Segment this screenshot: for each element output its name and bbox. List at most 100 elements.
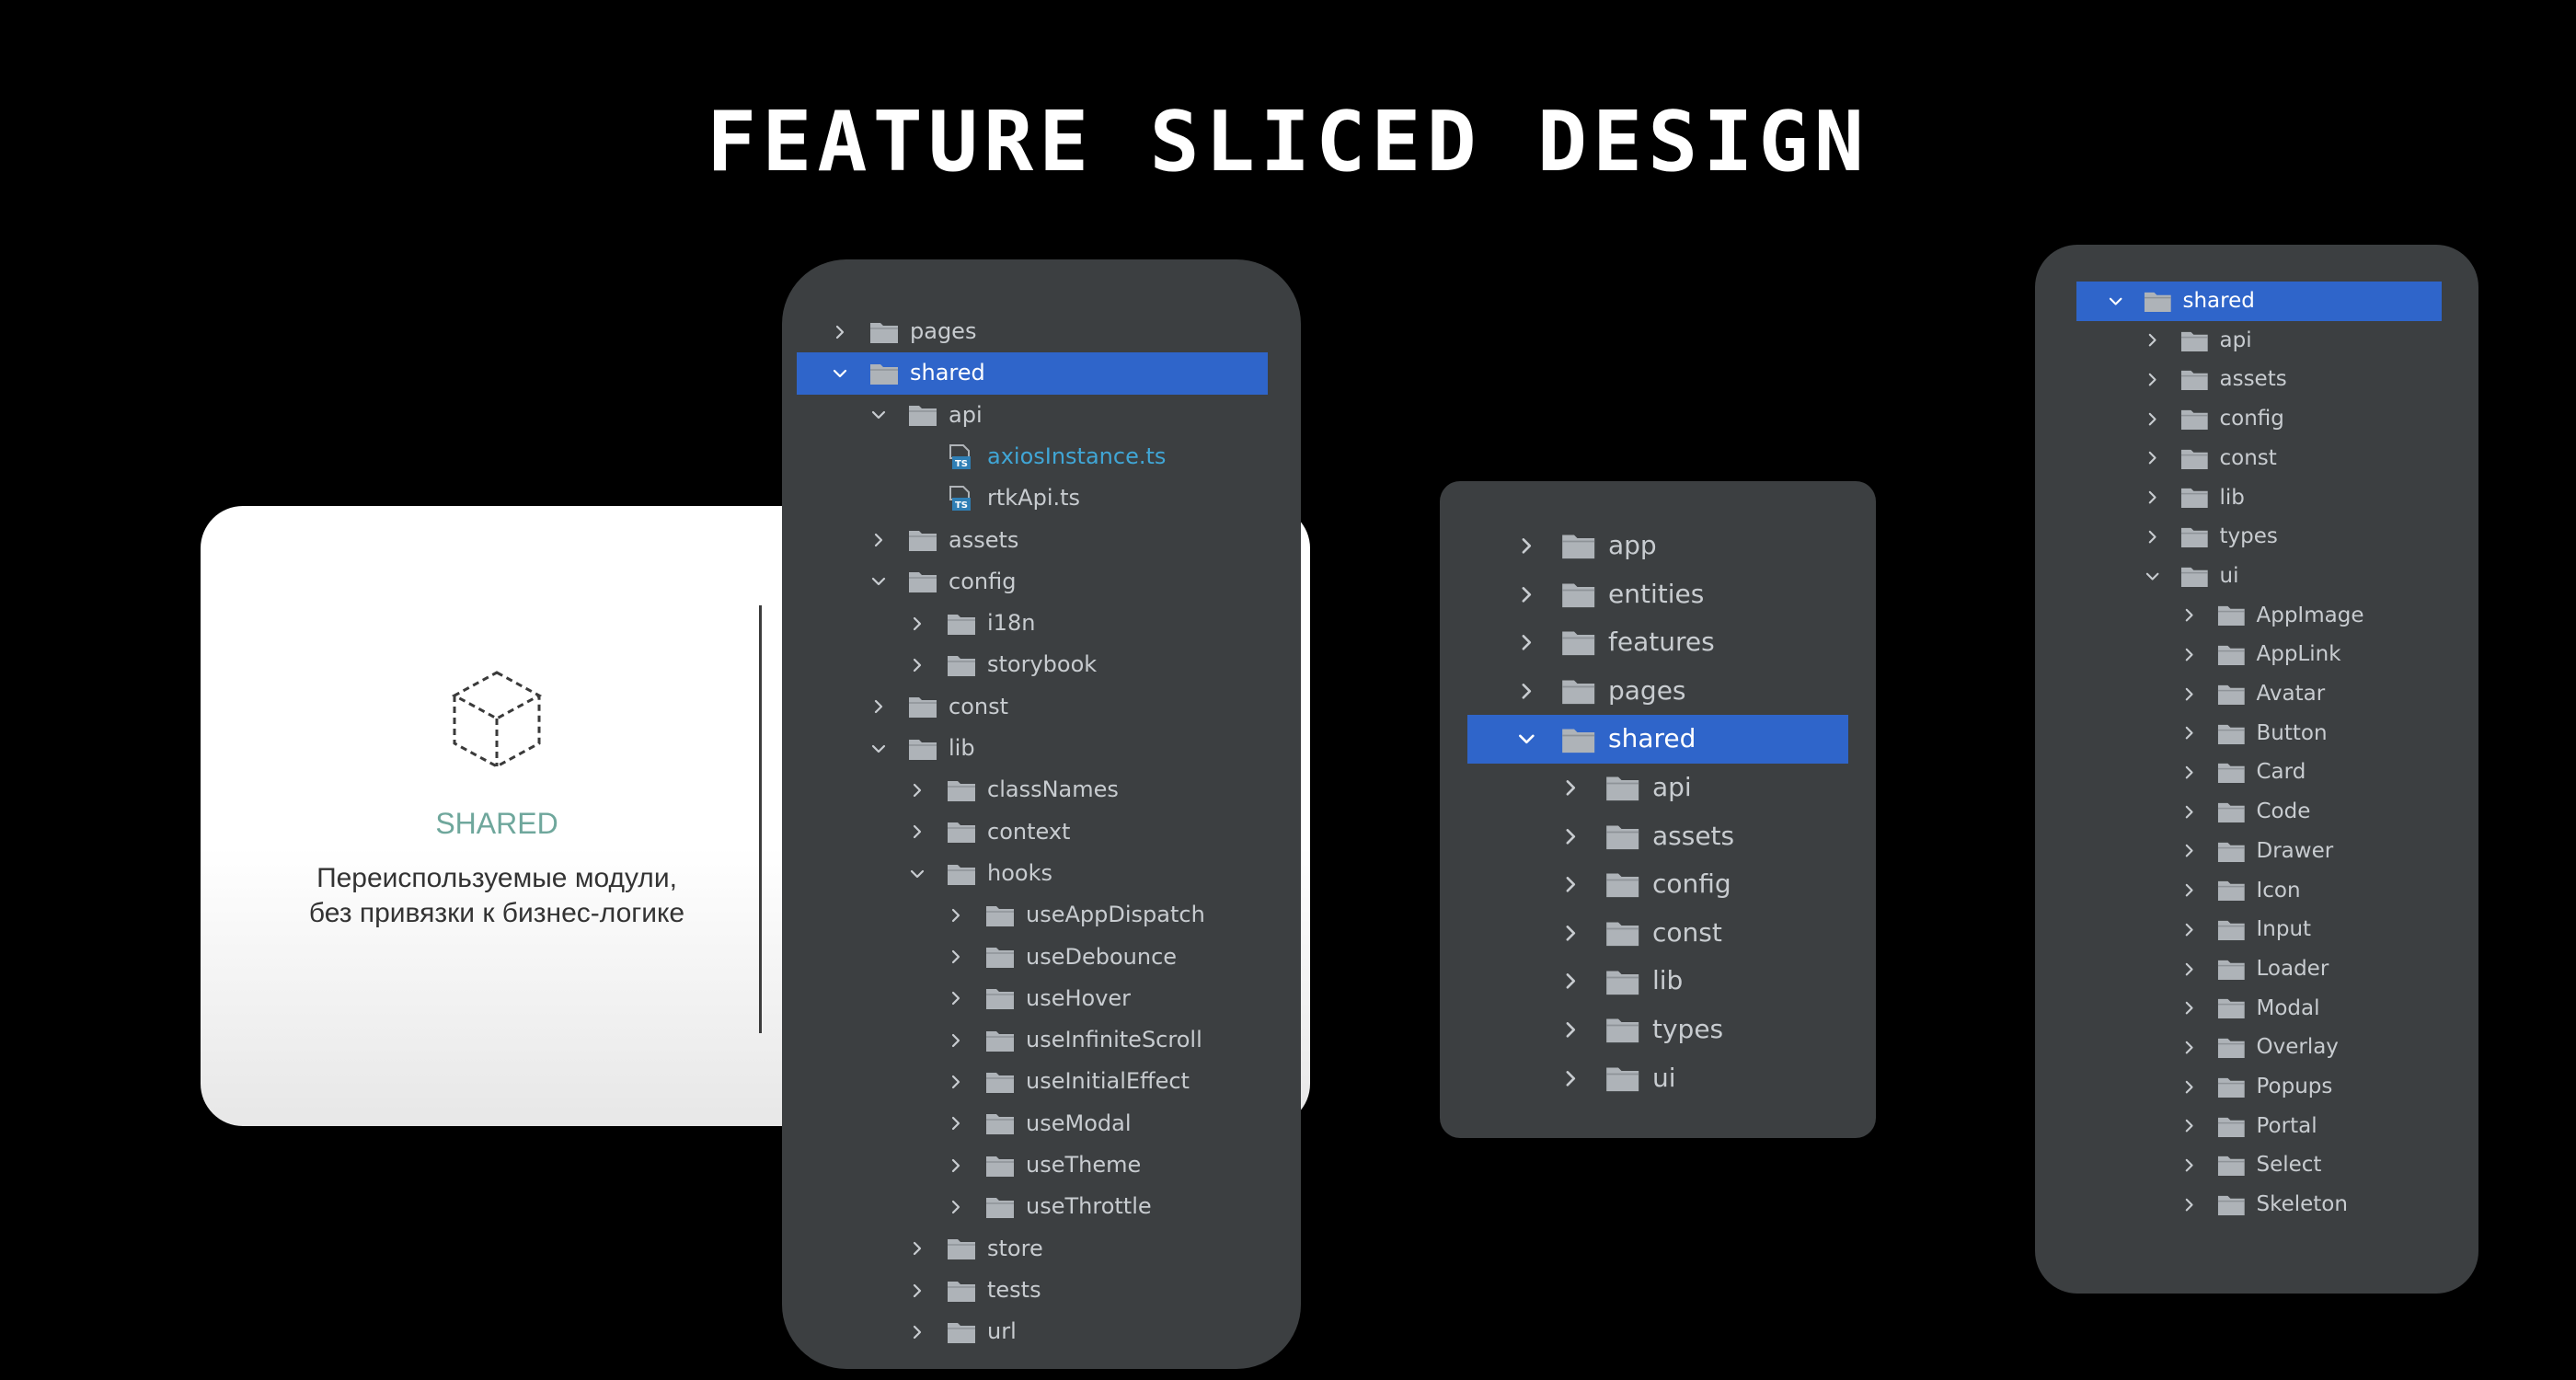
tree-folder-item[interactable]: tests [782,1270,1301,1311]
chevron-right-icon[interactable] [949,949,963,964]
tree-folder-item[interactable]: useInfiniteScroll [782,1019,1301,1061]
chevron-right-icon[interactable] [2145,412,2159,426]
chevron-down-icon[interactable] [910,867,925,881]
tree-folder-item[interactable]: ui [1440,1054,1876,1103]
tree-folder-item[interactable]: ui [2035,557,2478,596]
tree-folder-item[interactable]: assets [2035,360,2478,399]
tree-folder-item[interactable]: Avatar [2035,674,2478,714]
chevron-right-icon[interactable] [2182,687,2196,701]
tree-folder-item[interactable]: Button [2035,714,2478,753]
chevron-right-icon[interactable] [2182,648,2196,661]
tree-folder-item[interactable]: const [1440,909,1876,958]
tree-folder-item[interactable]: Card [2035,753,2478,792]
chevron-right-icon[interactable] [910,1241,925,1256]
chevron-right-icon[interactable] [949,1033,963,1048]
tree-folder-item[interactable]: config [782,561,1301,603]
tree-folder-item[interactable]: store [782,1228,1301,1270]
tree-folder-item[interactable]: useInitialEffect [782,1061,1301,1102]
tree-folder-item[interactable]: config [1440,860,1876,909]
tree-folder-item[interactable]: pages [782,311,1301,352]
chevron-right-icon[interactable] [2182,765,2196,779]
chevron-right-icon[interactable] [910,783,925,798]
chevron-right-icon[interactable] [2182,608,2196,622]
chevron-right-icon[interactable] [2182,1158,2196,1172]
tree-folder-item[interactable]: lib [1440,957,1876,1006]
tree-folder-item[interactable]: pages [1440,667,1876,716]
tree-folder-item[interactable]: Popups [2035,1067,2478,1107]
chevron-right-icon[interactable] [949,1158,963,1173]
tree-folder-item[interactable]: Loader [2035,949,2478,989]
tree-folder-item[interactable]: api [782,395,1301,436]
chevron-right-icon[interactable] [1518,537,1535,555]
chevron-down-icon[interactable] [871,408,886,422]
chevron-right-icon[interactable] [1518,634,1535,651]
tree-file-item[interactable]: TS axiosInstance.ts [782,436,1301,477]
chevron-right-icon[interactable] [833,325,847,339]
chevron-right-icon[interactable] [949,1075,963,1089]
chevron-right-icon[interactable] [1562,1021,1580,1039]
tree-folder-item[interactable]: hooks [782,853,1301,894]
chevron-right-icon[interactable] [1562,1070,1580,1087]
chevron-right-icon[interactable] [949,1116,963,1131]
tree-folder-item[interactable]: useDebounce [782,937,1301,978]
tree-folder-item[interactable]: storybook [782,644,1301,685]
tree-folder-item[interactable]: assets [1440,812,1876,861]
tree-folder-item[interactable]: types [2035,517,2478,557]
tree-folder-item[interactable]: config [2035,399,2478,439]
tree-folder-item[interactable]: shared [797,352,1268,395]
chevron-right-icon[interactable] [2182,1198,2196,1212]
tree-folder-item[interactable]: shared [2076,282,2442,321]
tree-folder-item[interactable]: AppLink [2035,635,2478,674]
chevron-right-icon[interactable] [1562,972,1580,990]
tree-folder-item[interactable]: assets [782,520,1301,561]
chevron-down-icon[interactable] [833,366,847,381]
chevron-right-icon[interactable] [2182,883,2196,897]
chevron-down-icon[interactable] [871,574,886,589]
chevron-right-icon[interactable] [1562,779,1580,797]
tree-folder-item[interactable]: useAppDispatch [782,894,1301,936]
chevron-right-icon[interactable] [2182,726,2196,740]
tree-folder-item[interactable]: useTheme [782,1144,1301,1186]
tree-folder-item[interactable]: features [1440,618,1876,667]
chevron-right-icon[interactable] [910,824,925,839]
chevron-right-icon[interactable] [871,533,886,547]
chevron-right-icon[interactable] [910,1325,925,1340]
tree-folder-item[interactable]: classNames [782,769,1301,811]
chevron-right-icon[interactable] [2182,1041,2196,1054]
chevron-right-icon[interactable] [2145,451,2159,465]
tree-folder-item[interactable]: useThrottle [782,1186,1301,1227]
chevron-right-icon[interactable] [2182,1080,2196,1094]
tree-folder-item[interactable]: Icon [2035,871,2478,911]
tree-folder-item[interactable]: const [782,686,1301,728]
chevron-right-icon[interactable] [910,1283,925,1298]
chevron-right-icon[interactable] [2182,844,2196,857]
tree-folder-item[interactable]: Skeleton [2035,1185,2478,1225]
tree-folder-item[interactable]: context [782,811,1301,853]
tree-folder-item[interactable]: Portal [2035,1107,2478,1146]
chevron-right-icon[interactable] [2145,530,2159,544]
chevron-right-icon[interactable] [2145,333,2159,347]
tree-folder-item[interactable]: api [1440,764,1876,812]
tree-folder-item[interactable]: useModal [782,1103,1301,1144]
tree-folder-item[interactable]: Input [2035,910,2478,949]
tree-folder-item[interactable]: lib [782,728,1301,769]
tree-folder-item[interactable]: Code [2035,792,2478,832]
chevron-right-icon[interactable] [2182,923,2196,937]
chevron-down-icon[interactable] [871,742,886,756]
chevron-right-icon[interactable] [2182,1119,2196,1133]
tree-file-item[interactable]: TS rtkApi.ts [782,477,1301,519]
tree-folder-item[interactable]: i18n [782,603,1301,644]
tree-folder-item[interactable]: app [1440,522,1876,570]
chevron-right-icon[interactable] [949,991,963,1006]
chevron-right-icon[interactable] [949,1200,963,1214]
chevron-right-icon[interactable] [2145,373,2159,386]
tree-folder-item[interactable]: useHover [782,978,1301,1019]
chevron-down-icon[interactable] [1518,730,1535,748]
chevron-right-icon[interactable] [1518,586,1535,604]
chevron-right-icon[interactable] [910,616,925,631]
chevron-down-icon[interactable] [2109,294,2122,308]
chevron-right-icon[interactable] [1518,683,1535,700]
chevron-right-icon[interactable] [2145,490,2159,504]
chevron-right-icon[interactable] [2182,1001,2196,1015]
tree-folder-item[interactable]: lib [2035,478,2478,518]
